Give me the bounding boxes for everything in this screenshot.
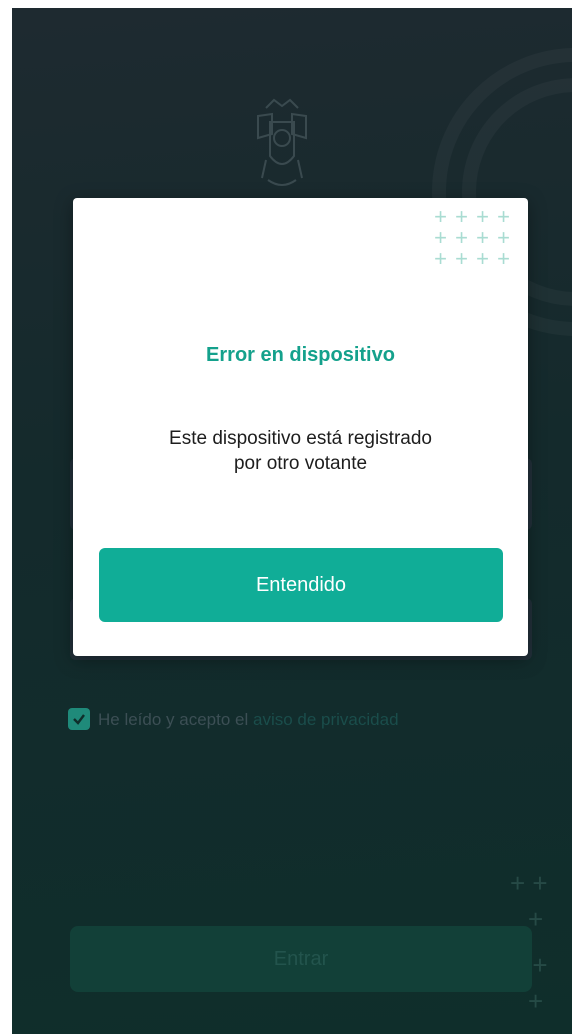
plus-icon: + bbox=[434, 246, 447, 271]
state-coat-of-arms-icon bbox=[257, 98, 307, 186]
dialog-message: Este dispositivo está registrado por otr… bbox=[113, 426, 488, 476]
understood-button[interactable]: Entendido bbox=[99, 548, 503, 622]
plus-icon: + bbox=[497, 246, 510, 271]
plus-icon: + bbox=[455, 225, 468, 250]
dialog-title: Error en dispositivo bbox=[206, 344, 395, 366]
plus-pattern: + + + + + + + + + + + + bbox=[430, 204, 514, 271]
submit-button[interactable]: Entrar bbox=[70, 926, 532, 992]
error-dialog: + + + + + + + + + + + + Error en dispositivo Este… bbox=[73, 198, 528, 656]
privacy-label: He leído y acepto el aviso de privacidad bbox=[98, 710, 399, 730]
check-icon bbox=[73, 714, 85, 725]
plus-icon: + bbox=[434, 225, 447, 250]
dialog-message-line: por otro votante bbox=[233, 453, 368, 474]
privacy-link[interactable]: aviso de privacidad bbox=[253, 710, 399, 729]
plus-icon: + bbox=[455, 204, 468, 229]
dialog-message-line: Este dispositivo está registrado bbox=[169, 428, 432, 449]
privacy-prefix: He leído y acepto el bbox=[98, 710, 249, 729]
plus-icon: + bbox=[476, 204, 489, 229]
plus-icon: + bbox=[476, 225, 489, 250]
plus-icon: + bbox=[434, 204, 447, 229]
privacy-checkbox[interactable] bbox=[68, 708, 90, 730]
plus-icon: + bbox=[497, 204, 510, 229]
plus-icon: + bbox=[497, 225, 510, 250]
plus-icon: + bbox=[476, 246, 489, 271]
plus-icon: + + bbox=[510, 868, 548, 898]
plus-icon: + bbox=[528, 986, 544, 1016]
plus-icon: + bbox=[455, 246, 468, 271]
